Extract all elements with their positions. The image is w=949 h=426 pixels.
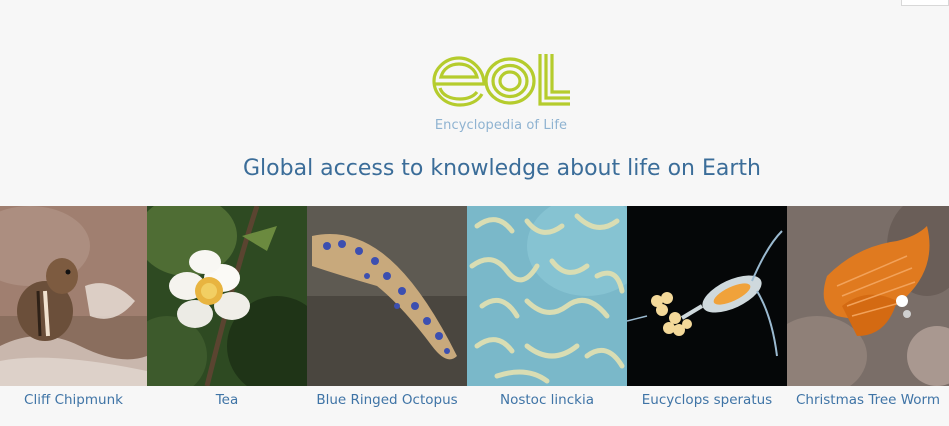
tea-flower-photo <box>147 206 307 386</box>
worm-photo <box>787 206 949 386</box>
eol-logo[interactable]: Encyclopedia of Life <box>432 48 572 138</box>
cyanobacteria-photo <box>467 206 627 386</box>
species-captions: Cliff Chipmunk Tea Blue Ringed Octopus N… <box>0 392 949 414</box>
caption-cliff-chipmunk[interactable]: Cliff Chipmunk <box>0 392 147 408</box>
species-image-tea[interactable] <box>147 206 307 386</box>
octopus-photo <box>307 206 467 386</box>
caption-nostoc-linckia[interactable]: Nostoc linckia <box>467 392 627 408</box>
species-image-nostoc[interactable] <box>467 206 627 386</box>
species-image-chipmunk[interactable] <box>0 206 147 386</box>
caption-christmas-tree-worm[interactable]: Christmas Tree Worm <box>787 392 949 408</box>
species-image-octopus[interactable] <box>307 206 467 386</box>
copepod-photo <box>627 206 787 386</box>
species-image-worm[interactable] <box>787 206 949 386</box>
species-image-copepod[interactable] <box>627 206 787 386</box>
chipmunk-photo <box>0 206 147 386</box>
caption-blue-ringed-octopus[interactable]: Blue Ringed Octopus <box>307 392 467 408</box>
top-right-box <box>901 0 949 6</box>
caption-eucyclops-speratus[interactable]: Eucyclops speratus <box>627 392 787 408</box>
caption-tea[interactable]: Tea <box>147 392 307 408</box>
eol-logo-mark <box>432 54 570 107</box>
page-tagline: Global access to knowledge about life on… <box>243 156 761 181</box>
species-image-strip <box>0 206 949 386</box>
logo-subtitle: Encyclopedia of Life <box>434 118 568 133</box>
